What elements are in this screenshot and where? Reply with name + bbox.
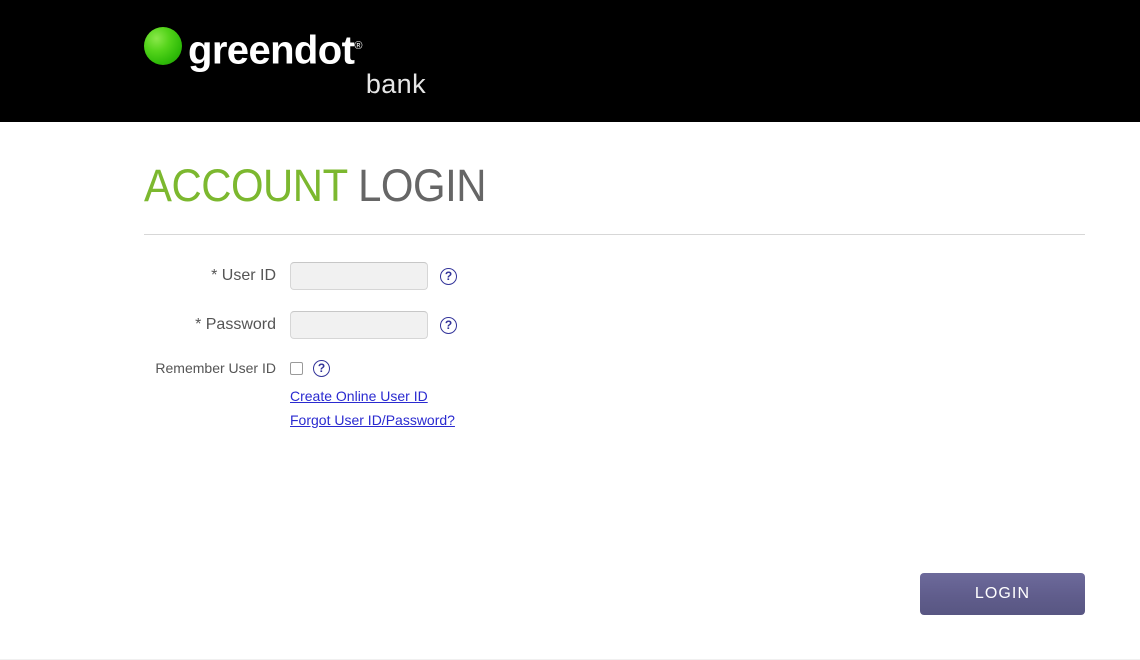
page-title-rest: LOGIN <box>358 160 487 211</box>
page-title-accent: ACCOUNT <box>144 160 347 211</box>
submit-area: LOGIN <box>920 573 1085 615</box>
page-body: ACCOUNT LOGIN * User ID ? * Password ? R… <box>0 122 1140 660</box>
page-title: ACCOUNT LOGIN <box>144 122 1019 213</box>
brand-name-text: greendot <box>188 28 355 73</box>
login-button[interactable]: LOGIN <box>920 573 1085 615</box>
login-form: * User ID ? * Password ? Remember User I… <box>144 257 1085 428</box>
form-links: Create Online User ID Forgot User ID/Pas… <box>290 381 1085 428</box>
create-online-user-id-link[interactable]: Create Online User ID <box>290 388 428 404</box>
user-id-input[interactable] <box>290 262 428 290</box>
password-help-icon[interactable]: ? <box>440 316 457 334</box>
remember-user-id-row: Remember User ID ? <box>144 355 1085 381</box>
remember-user-id-checkbox[interactable] <box>290 361 303 375</box>
user-id-help-icon[interactable]: ? <box>440 267 457 285</box>
user-id-label: * User ID <box>211 267 276 284</box>
password-input[interactable] <box>290 311 428 339</box>
site-header: greendot® bank <box>0 0 1140 122</box>
green-dot-icon <box>144 27 182 65</box>
content-container: ACCOUNT LOGIN * User ID ? * Password ? R… <box>144 122 1085 436</box>
forgot-user-id-password-link[interactable]: Forgot User ID/Password? <box>290 412 455 428</box>
remember-user-id-help-icon[interactable]: ? <box>313 359 330 377</box>
password-row: * Password ? <box>144 306 1085 344</box>
brand-wordmark: greendot® <box>188 22 362 74</box>
user-id-row: * User ID ? <box>144 257 1085 295</box>
brand-subtitle: bank <box>365 69 426 99</box>
brand-logo[interactable]: greendot® bank <box>144 22 426 100</box>
remember-user-id-label: Remember User ID <box>155 360 276 376</box>
title-divider <box>144 234 1085 235</box>
registered-trademark-icon: ® <box>354 40 363 52</box>
password-label: * Password <box>195 316 276 333</box>
